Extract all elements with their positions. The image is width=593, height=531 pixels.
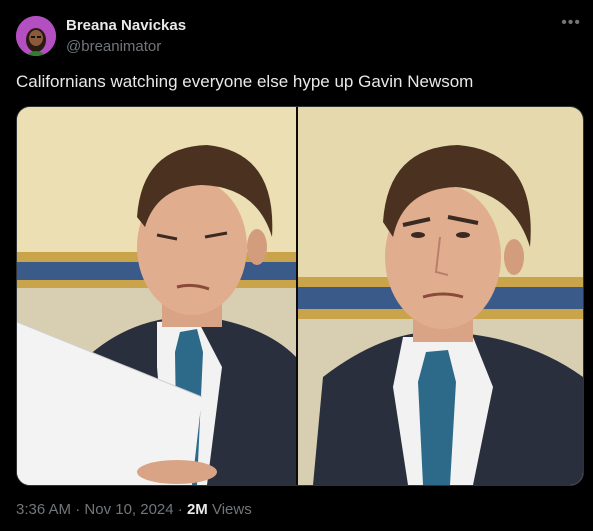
views-count[interactable]: 2M xyxy=(187,501,208,518)
views-label: Views xyxy=(207,501,252,518)
avatar-image xyxy=(16,16,56,56)
tweet-time[interactable]: 3:36 AM xyxy=(16,501,71,518)
more-icon[interactable]: ••• xyxy=(561,14,581,32)
media-photo[interactable] xyxy=(16,106,584,486)
meta-separator: · xyxy=(71,501,85,518)
meta-separator: · xyxy=(173,501,187,518)
photo-panel-right xyxy=(298,107,583,485)
photo-panel-left xyxy=(17,107,296,485)
tweet-header: Breana Navickas @breanimator ••• xyxy=(16,14,581,58)
tweet-meta: 3:36 AM · Nov 10, 2024 · 2M Views xyxy=(16,501,252,518)
avatar[interactable] xyxy=(16,16,56,56)
author-name[interactable]: Breana Navickas xyxy=(66,17,186,34)
author-handle[interactable]: @breanimator xyxy=(66,38,161,55)
tweet-text: Californians watching everyone else hype… xyxy=(16,72,474,91)
tweet-date[interactable]: Nov 10, 2024 xyxy=(84,501,173,518)
